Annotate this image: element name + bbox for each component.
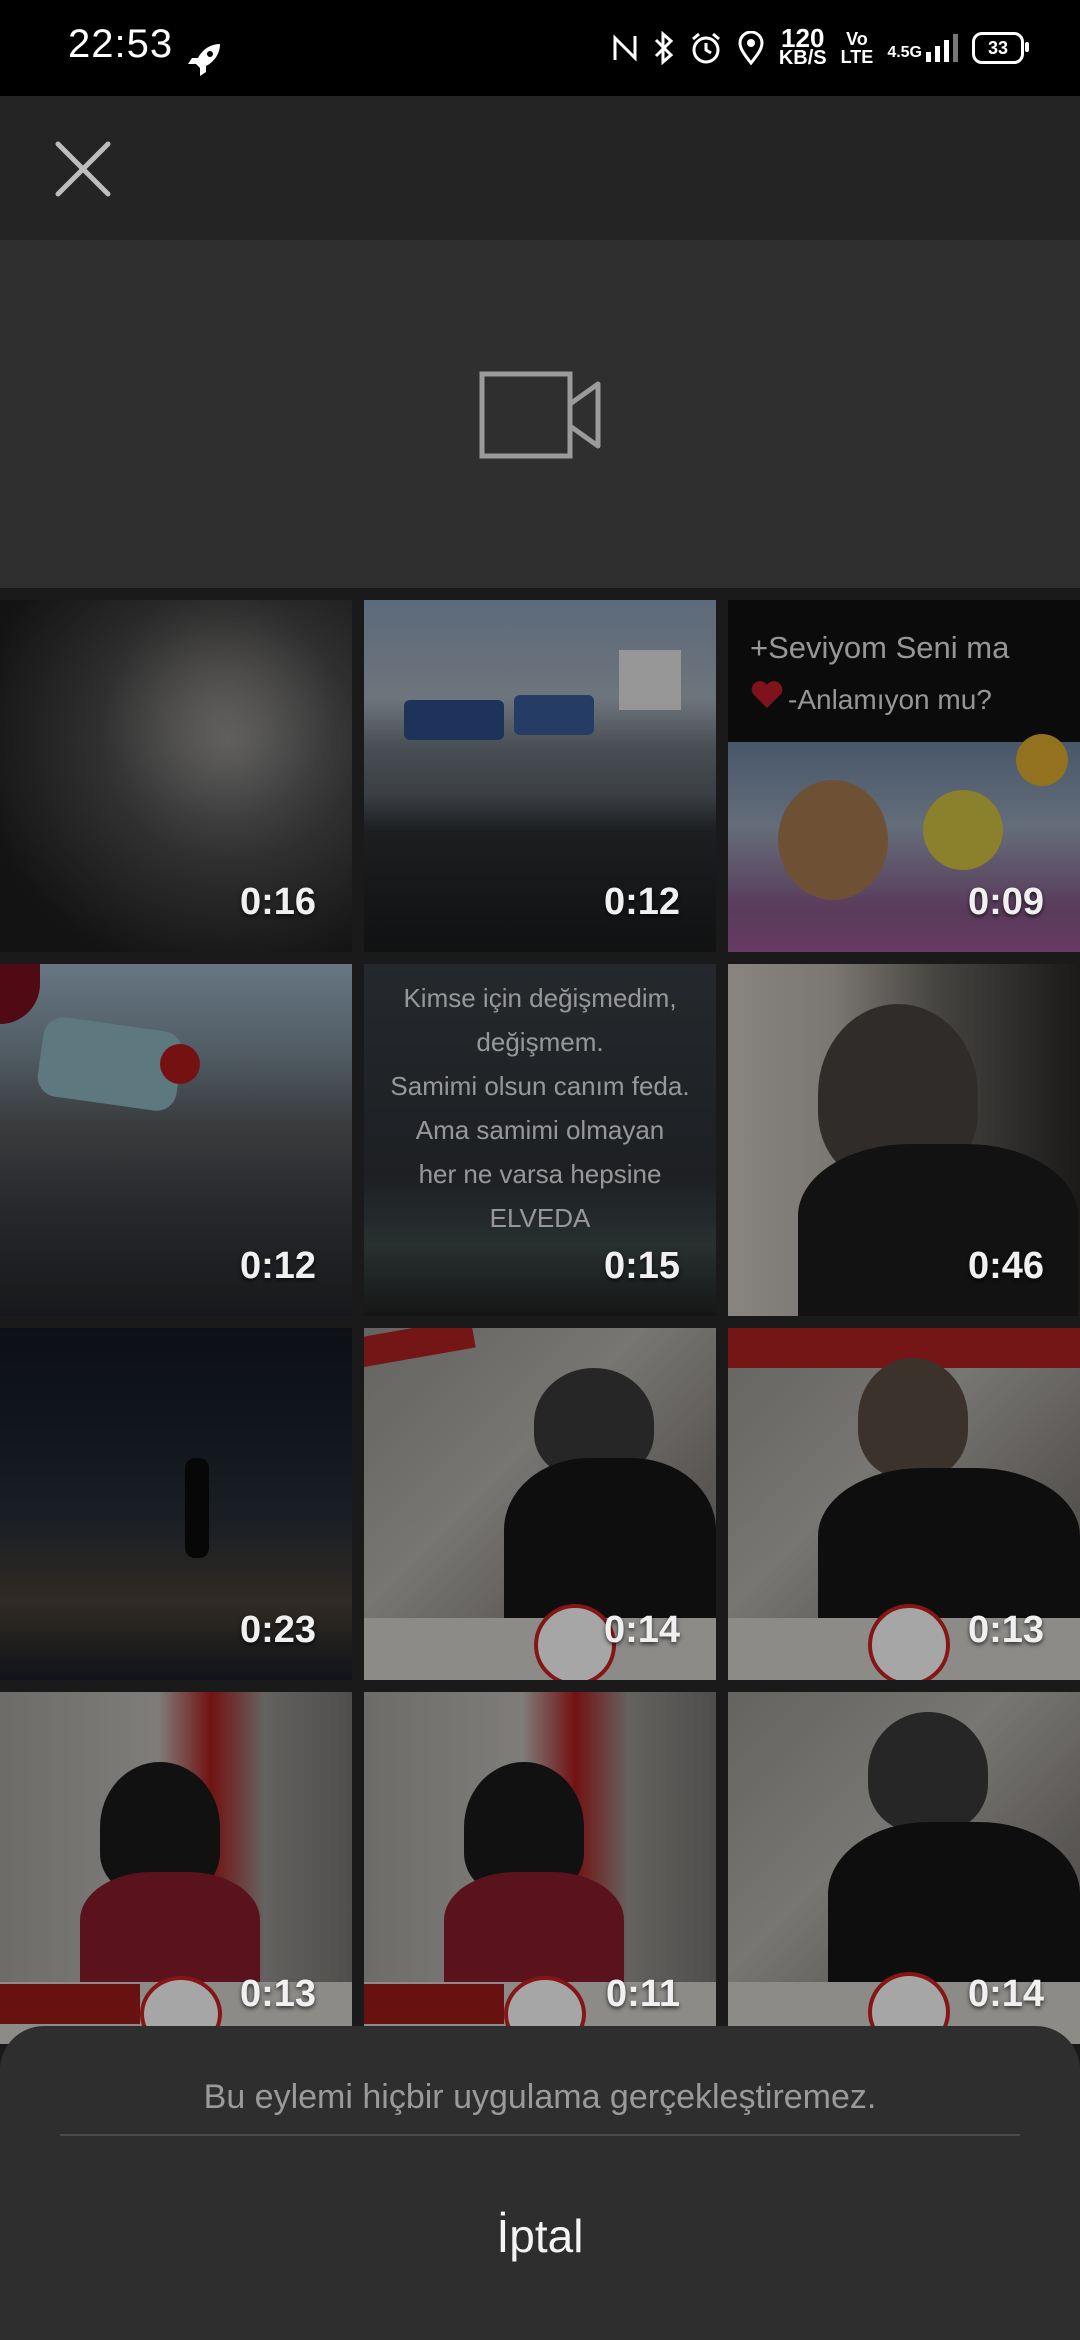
video-thumbnail[interactable]: Kimse için değişmedim, değişmem. Samimi … (364, 964, 716, 1316)
video-duration: 0:14 (967, 1973, 1044, 2015)
video-duration: 0:23 (239, 1609, 316, 1651)
video-duration: 0:09 (967, 881, 1044, 923)
video-thumbnail[interactable]: 0:14 (364, 1328, 716, 1680)
nfc-icon (613, 34, 637, 62)
video-duration: 0:11 (606, 1973, 680, 2015)
volte-indicator: Vo LTE (840, 29, 874, 67)
video-thumbnail[interactable]: +Seviyom Seni ma -Anlamıyon mu? 0:09 (728, 600, 1080, 952)
video-thumbnail[interactable]: 0:46 (728, 964, 1080, 1316)
status-icons: 120 KB/S Vo LTE 4.5G 33 (611, 0, 1029, 96)
status-bar: 22:53 120 KB/S Vo LTE 4.5G 33 (0, 0, 1080, 96)
video-thumbnail[interactable]: 0:23 (0, 1328, 352, 1680)
video-duration: 0:15 (603, 1245, 680, 1287)
video-duration: 0:13 (239, 1973, 316, 2015)
bluetooth-icon (654, 31, 674, 65)
video-camera-icon[interactable] (478, 370, 602, 460)
video-thumbnail[interactable]: 0:13 (0, 1692, 352, 2044)
signal-icon: 4.5G (887, 34, 958, 62)
video-thumbnail[interactable]: 0:11 (364, 1692, 716, 2044)
sheet-message: Bu eylemi hiçbir uygulama gerçekleştirem… (203, 2078, 877, 2116)
video-duration: 0:12 (239, 1245, 316, 1287)
video-thumbnail[interactable]: 0:12 (364, 600, 716, 952)
close-button[interactable] (46, 132, 120, 206)
network-speed: 120 KB/S (778, 23, 827, 69)
divider (60, 2134, 1020, 2136)
video-thumbnail[interactable]: 0:13 (728, 1328, 1080, 1680)
battery-icon: 33 (972, 32, 1029, 64)
top-bar (0, 96, 1080, 240)
video-duration: 0:14 (603, 1609, 680, 1651)
video-thumbnail[interactable]: 0:12 (0, 964, 352, 1316)
record-video-area[interactable] (0, 240, 1080, 588)
video-duration: 0:13 (967, 1609, 1044, 1651)
cancel-button[interactable]: İptal (0, 2166, 1080, 2306)
close-icon (55, 141, 111, 197)
video-thumbnail[interactable]: 0:16 (0, 600, 352, 952)
video-duration: 0:46 (967, 1245, 1044, 1287)
status-time: 22:53 (68, 22, 174, 66)
location-icon (738, 31, 764, 65)
rocket-icon (188, 44, 220, 76)
video-thumbnail[interactable]: 0:14 (728, 1692, 1080, 2044)
bottom-sheet: Bu eylemi hiçbir uygulama gerçekleştirem… (0, 2026, 1080, 2340)
alarm-icon (691, 32, 720, 64)
video-duration: 0:12 (603, 881, 680, 923)
video-duration: 0:16 (239, 881, 316, 923)
